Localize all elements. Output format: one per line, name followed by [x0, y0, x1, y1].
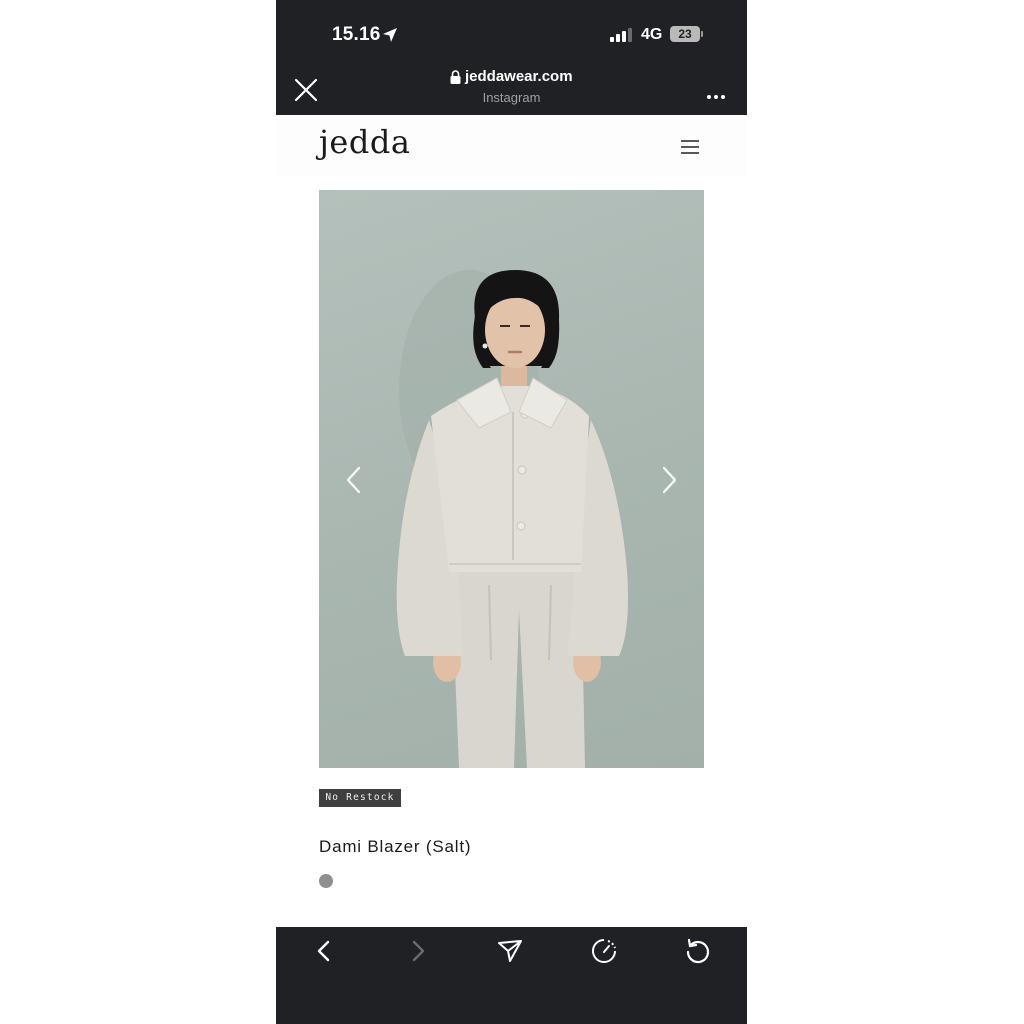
color-swatch[interactable] [319, 874, 333, 888]
battery-indicator: 23 [670, 26, 700, 42]
share-icon[interactable] [496, 937, 524, 970]
more-icon[interactable] [706, 87, 726, 105]
status-badge: No Restock [319, 789, 401, 807]
product-image[interactable] [319, 190, 704, 768]
browser-toolbar [276, 927, 747, 1024]
forward-icon[interactable] [404, 937, 432, 970]
network-type: 4G [641, 26, 663, 43]
status-time: 15.16 [332, 24, 381, 45]
url-source: Instagram [482, 90, 541, 105]
url-domain[interactable]: jeddawear.com [465, 68, 573, 85]
back-icon[interactable] [310, 937, 338, 970]
model-photo [396, 270, 628, 768]
signal-icon [610, 28, 634, 47]
lock-icon [450, 70, 461, 90]
site-header: jedda [276, 115, 747, 177]
chevron-right-icon[interactable] [660, 466, 678, 499]
menu-icon[interactable] [680, 139, 700, 160]
phone-screen: 15.16 4G 23 jeddawear.com Instagram jedd… [276, 0, 747, 1024]
reload-icon[interactable] [684, 937, 712, 970]
location-arrow-icon [382, 27, 398, 48]
chevron-left-icon[interactable] [345, 466, 363, 499]
site-logo[interactable]: jedda [319, 123, 410, 161]
browser-header: 15.16 4G 23 jeddawear.com Instagram [276, 0, 747, 115]
product-title: Dami Blazer (Salt) [319, 837, 472, 856]
battery-tip [701, 31, 703, 37]
timer-icon[interactable] [590, 937, 618, 970]
